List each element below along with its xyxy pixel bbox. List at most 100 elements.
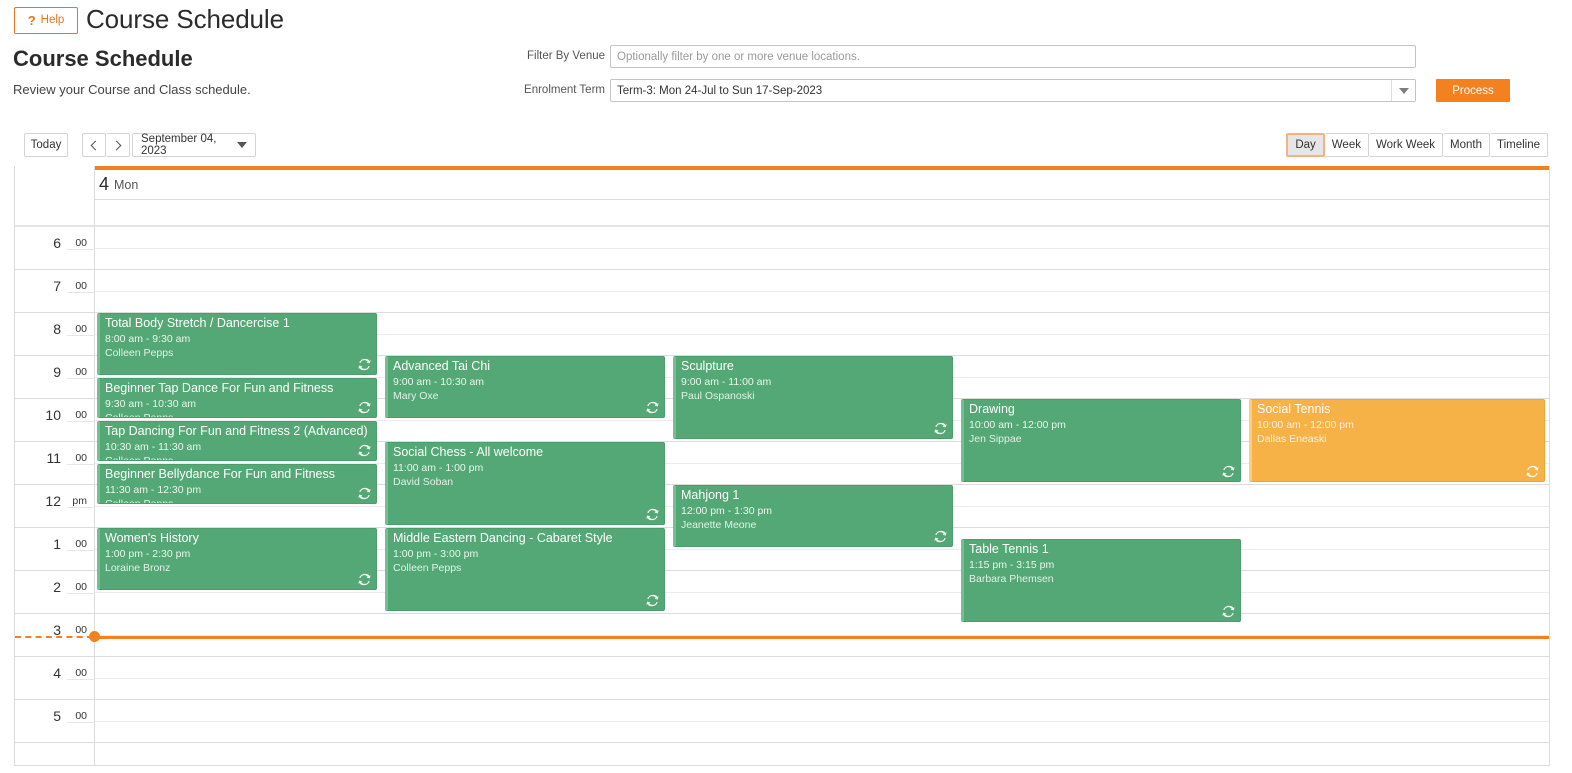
time-gutter: 6 00 7 00 8 00 9 00 10 00 11 00 12 pm 1 00 2 00 3 00 4 00 5 00 bbox=[15, 227, 95, 765]
hour-number: 8 bbox=[53, 321, 61, 337]
half-hour-tick bbox=[67, 678, 95, 680]
view-button-day[interactable]: Day bbox=[1286, 133, 1325, 157]
hour-suffix: 00 bbox=[75, 710, 87, 722]
time-gutter-hour: 12 pm bbox=[15, 485, 95, 528]
process-button[interactable]: Process bbox=[1436, 79, 1510, 102]
event-time: 9:30 am - 10:30 am bbox=[105, 397, 197, 410]
view-switcher: Day Week Work Week Month Timeline bbox=[1286, 133, 1548, 157]
event-time: 1:00 pm - 2:30 pm bbox=[105, 548, 191, 560]
recurring-icon bbox=[358, 573, 371, 585]
event-time: 9:00 am - 11:00 am bbox=[681, 376, 772, 388]
half-hour-tick bbox=[67, 334, 95, 336]
day-of-week: Mon bbox=[114, 177, 139, 192]
calendar-event[interactable]: Social Tennis 10:00 am - 12:00 pm Dallas E… bbox=[1249, 399, 1545, 482]
time-gutter-hour: 4 00 bbox=[15, 657, 95, 700]
app-title: Course Schedule bbox=[86, 4, 284, 34]
page-subtitle: Review your Course and Class schedule. bbox=[13, 82, 251, 97]
today-button[interactable]: Today bbox=[24, 133, 68, 157]
all-day-row[interactable] bbox=[95, 201, 1549, 227]
navigation-group bbox=[82, 133, 130, 157]
half-hour-tick bbox=[67, 420, 95, 422]
calendar-event[interactable]: Women's History 1:00 pm - 2:30 pm Loraine … bbox=[97, 528, 377, 590]
calendar-event[interactable]: Advanced Tai Chi 9:00 am - 10:30 am Mary O… bbox=[385, 356, 665, 418]
hour-suffix: 00 bbox=[75, 280, 87, 292]
event-instructor: David Soban bbox=[393, 476, 454, 488]
recurring-icon bbox=[646, 401, 659, 413]
help-button-label: Help bbox=[40, 13, 65, 26]
recurring-icon bbox=[1222, 465, 1235, 478]
calendar-event[interactable]: Beginner Bellydance For Fun and Fitness 1… bbox=[97, 463, 377, 504]
hour-suffix: 00 bbox=[75, 538, 87, 550]
event-instructor: Dallas Eneaski bbox=[1257, 433, 1327, 445]
chevron-down-icon[interactable] bbox=[1391, 80, 1415, 101]
event-title: Table Tennis 1 bbox=[969, 541, 1049, 556]
next-day-button[interactable] bbox=[106, 133, 130, 157]
hour-suffix: 00 bbox=[75, 581, 87, 593]
hour-number: 11 bbox=[46, 450, 61, 466]
date-picker-button[interactable]: September 04, 2023 bbox=[132, 133, 256, 157]
calendar-event[interactable]: Beginner Tap Dance For Fun and Fitness 9:… bbox=[97, 377, 377, 418]
hour-suffix: pm bbox=[72, 495, 87, 507]
event-title: Sculpture bbox=[681, 359, 734, 373]
time-gutter-hour: 7 00 bbox=[15, 270, 95, 313]
calendar-event[interactable]: Total Body Stretch / Dancercise 1 8:00 am… bbox=[97, 313, 377, 375]
recurring-icon bbox=[934, 422, 947, 435]
enrolment-term-select[interactable]: Term-3: Mon 24-Jul to Sun 17-Sep-2023 bbox=[610, 79, 1416, 102]
time-gutter-hour: 8 00 bbox=[15, 313, 95, 356]
hour-suffix: 00 bbox=[75, 366, 87, 378]
hour-number: 9 bbox=[53, 364, 61, 380]
calendar-event[interactable]: Mahjong 1 12:00 pm - 1:30 pm Jeanette Meon… bbox=[673, 485, 953, 547]
hour-number: 12 bbox=[45, 493, 61, 509]
event-title: Social Tennis bbox=[1257, 402, 1331, 416]
date-picker-label: September 04, 2023 bbox=[141, 133, 217, 157]
events-layer: Total Body Stretch / Dancercise 1 8:00 am… bbox=[95, 227, 1549, 765]
event-title: Middle Eastern Dancing - Cabaret Style bbox=[393, 531, 613, 545]
event-time: 12:00 pm - 1:30 pm bbox=[681, 505, 773, 517]
event-instructor: Jen Sippae bbox=[969, 433, 1022, 445]
time-gutter-hour: 5 00 bbox=[15, 700, 95, 743]
calendar-event[interactable]: Sculpture 9:00 am - 11:00 am Paul Ospanosk… bbox=[673, 356, 953, 439]
chevron-left-icon bbox=[90, 140, 100, 150]
time-gutter-hour: 11 00 bbox=[15, 442, 95, 485]
previous-day-button[interactable] bbox=[82, 133, 106, 157]
hour-suffix: 00 bbox=[75, 624, 87, 636]
time-gutter-hour: 6 00 bbox=[15, 227, 95, 270]
view-button-month[interactable]: Month bbox=[1443, 133, 1490, 157]
hour-number: 7 bbox=[53, 278, 61, 294]
event-instructor: Loraine Bronz bbox=[105, 562, 171, 574]
event-time: 1:00 pm - 3:00 pm bbox=[393, 548, 479, 560]
hour-suffix: 00 bbox=[75, 667, 87, 679]
hour-number: 10 bbox=[45, 407, 61, 423]
event-time: 10:00 am - 12:00 pm bbox=[1257, 419, 1354, 431]
event-instructor: Colleen Pepps bbox=[105, 497, 174, 504]
half-hour-tick bbox=[67, 506, 95, 508]
event-time: 8:00 am - 9:30 am bbox=[105, 333, 191, 345]
event-title: Tap Dancing For Fun and Fitness 2 (Advan… bbox=[105, 423, 368, 438]
view-button-work-week[interactable]: Work Week bbox=[1368, 133, 1443, 157]
help-button[interactable]: ? Help bbox=[14, 7, 78, 34]
view-button-week[interactable]: Week bbox=[1324, 133, 1369, 157]
calendar-event[interactable]: Social Chess - All welcome 11:00 am - 1:0… bbox=[385, 442, 665, 525]
calendar-event[interactable]: Tap Dancing For Fun and Fitness 2 (Advan… bbox=[97, 420, 377, 461]
chevron-right-icon bbox=[111, 140, 122, 150]
calendar-event[interactable]: Drawing 10:00 am - 12:00 pm Jen Sippae bbox=[961, 399, 1241, 482]
event-title: Beginner Bellydance For Fun and Fitness bbox=[105, 466, 335, 481]
event-title: Social Chess - All welcome bbox=[393, 445, 544, 459]
calendar-event[interactable]: Table Tennis 1 1:15 pm - 3:15 pm Barbara P… bbox=[961, 538, 1241, 622]
hour-suffix: 00 bbox=[75, 452, 87, 464]
day-header[interactable]: 4 Mon bbox=[95, 170, 1549, 200]
event-instructor: Colleen Pepps bbox=[105, 411, 174, 418]
event-instructor: Mary Oxe bbox=[393, 390, 439, 402]
time-gutter-hour: 9 00 bbox=[15, 356, 95, 399]
filter-venue-input[interactable] bbox=[610, 45, 1416, 68]
half-hour-tick bbox=[67, 549, 95, 551]
view-button-timeline[interactable]: Timeline bbox=[1489, 133, 1548, 157]
calendar-event[interactable]: Middle Eastern Dancing - Cabaret Style 1:… bbox=[385, 528, 665, 611]
recurring-icon bbox=[358, 487, 371, 499]
hour-number: 5 bbox=[53, 708, 61, 724]
time-gutter-hour: 1 00 bbox=[15, 528, 95, 571]
enrolment-term-value: Term-3: Mon 24-Jul to Sun 17-Sep-2023 bbox=[617, 84, 823, 97]
recurring-icon bbox=[358, 444, 371, 456]
chevron-down-icon bbox=[237, 142, 247, 148]
event-instructor: Colleen Pepps bbox=[105, 347, 174, 359]
